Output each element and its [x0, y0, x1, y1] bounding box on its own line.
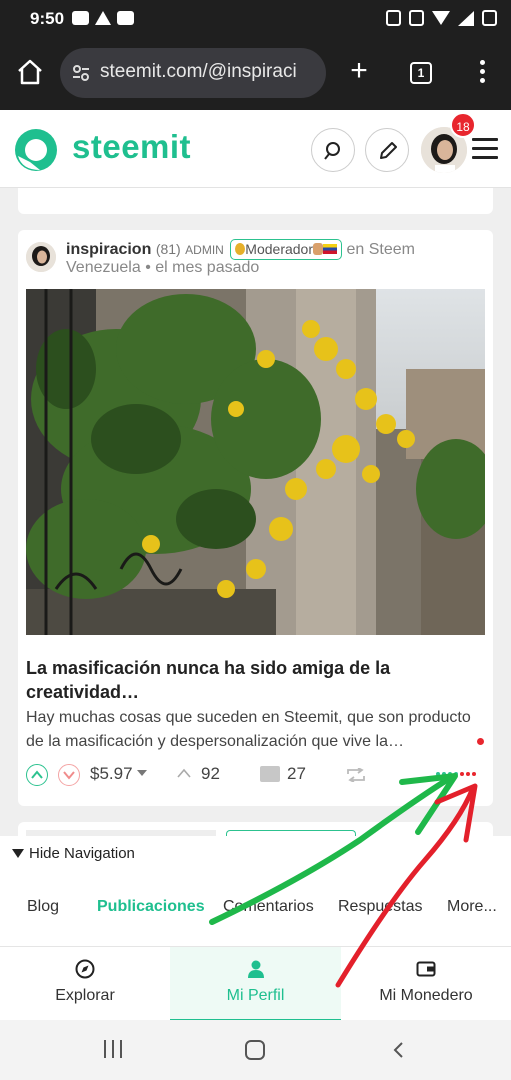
brand-name[interactable]: steemit	[72, 128, 191, 166]
tab-publicaciones[interactable]: Publicaciones	[97, 898, 205, 916]
moderator-badge-label: Moderador	[245, 241, 313, 257]
wifi-icon	[432, 11, 450, 25]
post-card: inspiracion (81) ADMIN Moderador en Stee…	[18, 230, 493, 806]
system-home-icon[interactable]	[245, 1040, 265, 1060]
wallet-icon	[416, 961, 436, 977]
hide-navigation-label: Hide Navigation	[29, 845, 135, 862]
post-summary[interactable]: Hay muchas cosas que suceden en Steemit,…	[26, 706, 482, 754]
vote-status-dot	[442, 772, 446, 776]
moderator-badge: Moderador	[230, 239, 342, 260]
vote-status-dot	[436, 772, 440, 776]
tab-respuestas[interactable]: Respuestas	[338, 898, 423, 916]
promoted-dot	[477, 738, 484, 745]
mute-icon	[409, 10, 424, 26]
vote-status-dot	[460, 772, 464, 776]
tab-switcher-button[interactable]: 1	[410, 62, 432, 84]
profile-tabs: Blog Publicaciones Comentarios Respuesta…	[0, 898, 511, 922]
flowers-photo	[26, 289, 485, 635]
resteem-icon[interactable]	[346, 768, 366, 782]
chevron-down-icon	[63, 771, 75, 780]
bottom-tab-explorar-label: Explorar	[55, 987, 115, 1004]
votes-count[interactable]: 92	[201, 764, 220, 784]
site-settings-icon[interactable]	[72, 64, 90, 82]
post-meta: Venezuela • el mes pasado	[66, 259, 260, 276]
back-icon[interactable]	[392, 1042, 404, 1058]
downvote-button[interactable]	[58, 764, 80, 786]
hamburger-menu-icon[interactable]	[472, 138, 498, 160]
status-notification-icons	[72, 11, 134, 25]
bottom-tab-mi-monedero[interactable]: Mi Monedero	[341, 947, 511, 1021]
address-bar[interactable]: steemit.com/@inspiraci	[60, 48, 326, 98]
status-time: 9:50	[30, 9, 65, 28]
previous-post-card	[18, 188, 493, 214]
post-title[interactable]: La masificación nunca ha sido amiga de l…	[26, 656, 446, 704]
steemit-logo[interactable]	[12, 126, 60, 174]
search-button[interactable]	[311, 128, 355, 172]
tab-comentarios[interactable]: Comentarios	[223, 898, 314, 916]
compass-icon	[75, 959, 95, 979]
steemit-header: steemit	[0, 110, 511, 188]
person-icon	[247, 960, 264, 978]
hide-navigation-toggle[interactable]: Hide Navigation	[12, 845, 135, 862]
chevron-up-icon	[31, 770, 43, 779]
vote-status-dot	[472, 772, 476, 776]
youtube-icon	[72, 11, 89, 25]
payout-value: $5.97	[90, 764, 133, 783]
medal-icon	[235, 243, 246, 255]
vote-status-dots	[436, 772, 476, 776]
bottom-tab-mi-monedero-label: Mi Monedero	[379, 987, 473, 1004]
bottom-tab-explorar[interactable]: Explorar	[0, 947, 170, 1021]
author-avatar[interactable]	[26, 242, 56, 272]
voters-icon[interactable]	[177, 768, 191, 778]
profile-navigation: Hide Navigation Blog Publicaciones Comen…	[0, 836, 511, 946]
tab-more[interactable]: More...	[447, 898, 497, 916]
thumbs-up-icon	[313, 243, 323, 255]
upvote-button[interactable]	[26, 764, 48, 786]
comments-icon[interactable]	[260, 766, 280, 782]
vote-status-dot	[448, 772, 452, 776]
battery-icon	[482, 10, 497, 26]
alarm-icon	[386, 10, 401, 26]
search-icon	[324, 142, 340, 160]
browser-toolbar: steemit.com/@inspiraci + 1	[0, 38, 511, 110]
home-icon[interactable]	[16, 58, 44, 86]
status-bar: 9:50	[0, 0, 511, 38]
signal-icon	[458, 10, 474, 26]
vote-status-dot	[466, 772, 470, 776]
folder-icon	[117, 11, 134, 25]
payout-dropdown[interactable]: $5.97	[90, 764, 147, 784]
author-line: inspiracion (81) ADMIN Moderador en Stee…	[66, 239, 415, 260]
bottom-tab-bar: Explorar Mi Perfil Mi Monedero	[0, 946, 511, 1021]
author-reputation: (81)	[155, 241, 181, 257]
system-navigation-bar	[0, 1020, 511, 1080]
pencil-icon	[380, 142, 397, 159]
bottom-tab-mi-perfil-label: Mi Perfil	[226, 987, 285, 1004]
post-actions: $5.97 92 27	[26, 762, 485, 792]
post-image[interactable]	[26, 289, 485, 635]
caret-down-icon	[136, 770, 147, 776]
status-system-icons	[386, 10, 497, 26]
venezuela-flag-icon	[323, 244, 337, 254]
vote-status-dot	[454, 772, 458, 776]
browser-menu-icon[interactable]	[472, 60, 492, 88]
community-prefix[interactable]: en Steem	[346, 241, 414, 258]
triangle-down-icon	[12, 849, 24, 858]
author-name[interactable]: inspiracion	[66, 241, 151, 258]
recents-icon[interactable]	[104, 1040, 122, 1060]
url-text: steemit.com/@inspiraci	[100, 61, 297, 82]
notification-badge[interactable]: 18	[450, 112, 476, 138]
post-time[interactable]: el mes pasado	[155, 259, 259, 276]
tab-blog[interactable]: Blog	[27, 898, 59, 916]
telegram-icon	[95, 11, 111, 25]
author-role: ADMIN	[185, 243, 224, 257]
comments-count[interactable]: 27	[287, 764, 306, 784]
community-name[interactable]: Venezuela	[66, 259, 141, 276]
bottom-tab-mi-perfil[interactable]: Mi Perfil	[170, 947, 341, 1021]
create-post-button[interactable]	[365, 128, 409, 172]
new-tab-button[interactable]: +	[346, 56, 372, 90]
